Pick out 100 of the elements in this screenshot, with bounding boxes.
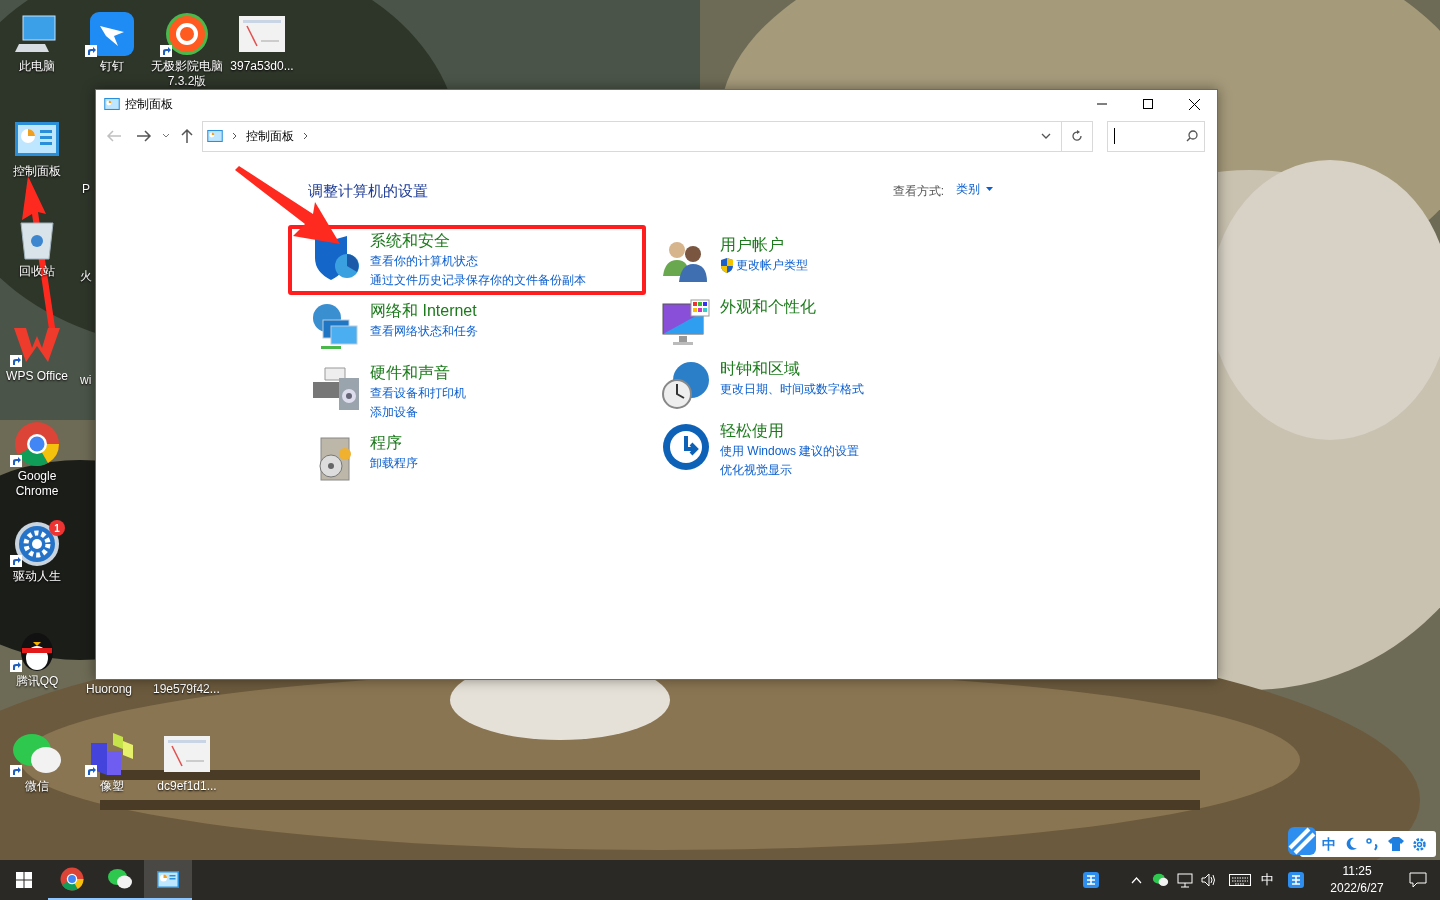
desktop-icon-label: P [82, 182, 90, 196]
category-link[interactable]: 使用 Windows 建议的设置 [720, 441, 860, 461]
category-title-link[interactable]: 硬件和声音 [370, 361, 466, 384]
category-link[interactable]: 更改帐户类型 [736, 255, 808, 275]
desktop-icon-label: 控制面板 [13, 164, 61, 179]
desktop-icon-label: 此电脑 [19, 59, 55, 74]
taskbar-app-button[interactable] [144, 860, 192, 900]
view-by-dropdown[interactable]: 类别 [956, 180, 993, 198]
category-link[interactable]: 优化视觉显示 [720, 460, 792, 480]
category-link[interactable]: 通过文件历史记录保存你的文件备份副本 [370, 270, 586, 290]
window-title: 控制面板 [125, 96, 173, 113]
desktop-icon[interactable]: 像塑 [74, 730, 150, 794]
close-icon [1188, 98, 1200, 110]
desktop-icon-label: dc9ef1d1... [157, 779, 217, 794]
desktop-icon-label: Google Chrome [14, 469, 60, 499]
category-link[interactable]: 更改日期、时间或数字格式 [720, 379, 864, 399]
clock[interactable]: 11:25 2022/6/27 [1318, 860, 1396, 900]
desktop-icon-label: 微信 [25, 779, 49, 794]
settings-icon[interactable] [1412, 836, 1427, 852]
category-title-link[interactable]: 程序 [370, 431, 418, 454]
gear-icon [14, 520, 60, 567]
monitor-icon [661, 297, 711, 348]
document-thumbnail-icon [239, 15, 285, 52]
desktop-icon[interactable]: Google Chrome [0, 420, 75, 499]
category-link[interactable]: 查看设备和打印机 [370, 383, 466, 403]
accessibility-icon [661, 421, 711, 472]
app-icon [90, 11, 134, 56]
maximize-icon [1143, 99, 1153, 109]
category-link[interactable]: 添加设备 [370, 402, 418, 422]
desktop-icon-label: 19e579f42... [153, 682, 220, 696]
chat-bubbles-icon[interactable] [1152, 873, 1169, 887]
desktop-icon[interactable]: 此电脑 [0, 10, 75, 74]
chrome-icon [14, 420, 60, 467]
chat-bubbles-icon [12, 731, 62, 776]
refresh-icon[interactable] [1071, 130, 1083, 142]
ime-mode-indicator[interactable]: 中 [1322, 833, 1336, 855]
desktop-icon[interactable]: dc9ef1d1... [149, 730, 225, 794]
desktop-icon[interactable]: 控制面板 [0, 115, 75, 179]
desktop-icon-label: 驱动人生 [13, 569, 61, 584]
desktop-icon-label: 无极影院电脑7.3.2版 [150, 59, 224, 89]
desktop-icon-label: WPS Office [6, 369, 68, 384]
network-icon[interactable] [1177, 872, 1193, 888]
chat-bubbles-icon [107, 868, 133, 890]
page-heading: 调整计算机的设置 [308, 181, 428, 201]
desktop-icon-label: 像塑 [100, 779, 124, 794]
desktop-icon[interactable]: WPS Office [0, 320, 75, 384]
control-panel-icon [15, 121, 59, 156]
desktop-icon-label: 火 [80, 269, 92, 283]
chevron-up-icon[interactable] [1131, 876, 1142, 884]
desktop-icon-label: wi [80, 373, 92, 387]
volume-icon[interactable] [1201, 873, 1217, 887]
category-link[interactable]: 卸载程序 [370, 453, 418, 473]
desktop-icon-label: 397a53d0... [230, 59, 294, 74]
globe-clock-icon [661, 359, 711, 410]
breadcrumb-item[interactable]: 控制面板 [246, 127, 294, 145]
address-bar[interactable]: 控制面板 [202, 120, 1093, 152]
category-title-link[interactable]: 网络和 Internet [370, 299, 478, 322]
notification-icon [1409, 872, 1427, 888]
windows-logo-icon [16, 872, 32, 888]
category-title-link[interactable]: 外观和个性化 [720, 295, 816, 318]
desktop-icon[interactable]: 1 驱动人生 [0, 520, 75, 584]
category-link[interactable]: 查看网络状态和任务 [370, 321, 478, 341]
input-mode-indicator[interactable]: 中 [1261, 870, 1274, 890]
ime-logo-icon[interactable] [1288, 872, 1304, 888]
control-panel-icon [157, 870, 179, 888]
forward-arrow-icon[interactable] [136, 129, 152, 143]
keyboard-icon[interactable] [1229, 874, 1251, 886]
search-icon [1186, 130, 1198, 142]
control-panel-icon [207, 130, 223, 142]
cubes-icon [89, 730, 135, 777]
desktop-icon-label: 钉钉 [100, 59, 124, 74]
ime-logo-icon[interactable] [1083, 872, 1099, 888]
desktop-icon[interactable]: 微信 [0, 730, 75, 794]
category-title-link[interactable]: 用户帐户 [720, 233, 808, 256]
chrome-icon [60, 867, 84, 891]
category-link[interactable]: 查看你的计算机状态 [370, 251, 478, 271]
category-title-link[interactable]: 轻松使用 [720, 419, 860, 442]
control-panel-icon [104, 98, 120, 110]
dropdown-caret-icon[interactable] [1041, 133, 1051, 139]
media-player-icon [165, 11, 209, 56]
network-icon [311, 301, 361, 352]
search-field[interactable] [1107, 120, 1205, 152]
caret-icon [986, 187, 993, 191]
caret-icon[interactable] [162, 133, 170, 139]
shirt-icon[interactable] [1388, 837, 1404, 851]
desktop-icon[interactable]: 无极影院电脑7.3.2版 [149, 10, 225, 89]
chevron-icon [303, 132, 308, 140]
desktop-icon-label: 腾讯QQ [15, 674, 59, 689]
chevron-icon [232, 132, 237, 140]
category-title-link[interactable]: 时钟和区域 [720, 357, 864, 380]
desktop-icon[interactable]: 397a53d0... [224, 10, 300, 74]
document-thumbnail-icon [164, 735, 210, 772]
up-arrow-icon[interactable] [180, 128, 194, 144]
moon-icon[interactable] [1344, 837, 1358, 851]
desktop-icon[interactable]: 腾讯QQ [0, 625, 75, 689]
view-by-label: 查看方式: [892, 183, 944, 200]
desktop-icon[interactable]: 钉钉 [74, 10, 150, 74]
category-title-link[interactable]: 系统和安全 [370, 229, 586, 252]
desktop-icon-label: Huorong [86, 682, 133, 696]
punctuation-icon[interactable] [1366, 837, 1380, 851]
